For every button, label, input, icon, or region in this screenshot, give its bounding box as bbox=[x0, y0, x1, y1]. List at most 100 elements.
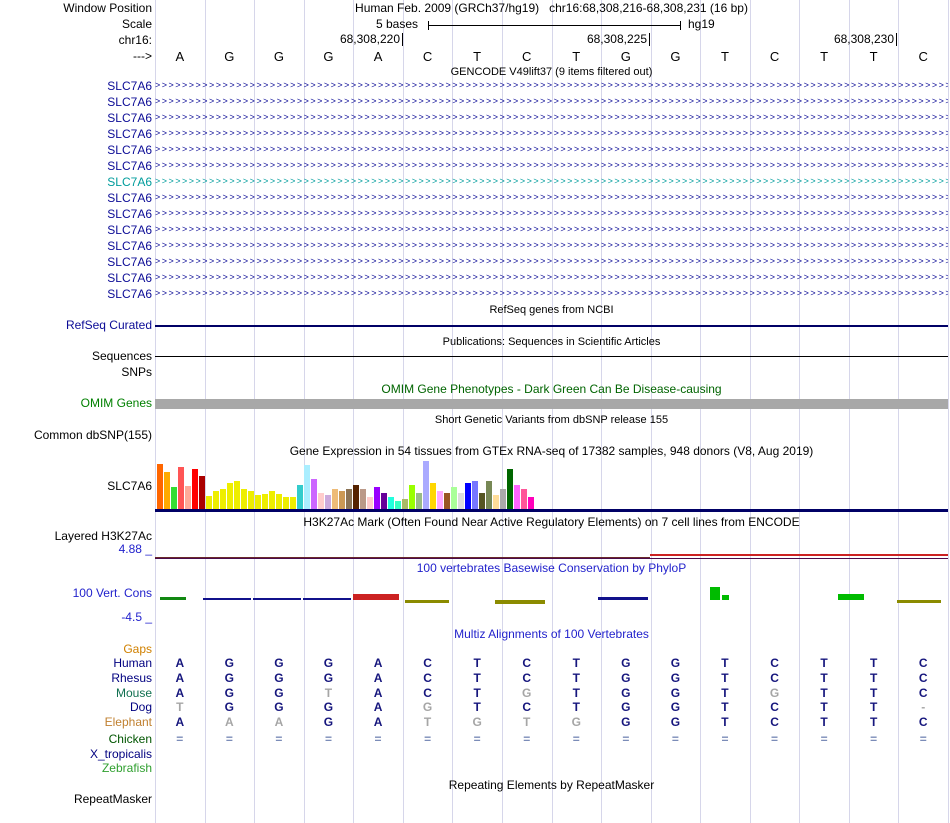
gtex-bar[interactable] bbox=[423, 461, 429, 509]
species-label-chicken[interactable]: Chicken bbox=[109, 733, 152, 746]
gtex-bar[interactable] bbox=[346, 489, 352, 509]
gtex-bar[interactable] bbox=[388, 497, 394, 509]
gtex-bar[interactable] bbox=[514, 485, 520, 509]
gtex-bar[interactable] bbox=[451, 487, 457, 509]
gtex-bar[interactable] bbox=[381, 493, 387, 509]
gtex-bar[interactable] bbox=[339, 491, 345, 509]
gencode-transcript-row[interactable]: >>>>>>>>>>>>>>>>>>>>>>>>>>>>>>>>>>>>>>>>… bbox=[155, 288, 948, 300]
gtex-bar[interactable] bbox=[500, 489, 506, 509]
gtex-bar[interactable] bbox=[199, 476, 205, 509]
gtex-bar[interactable] bbox=[283, 497, 289, 509]
species-label-rhesus[interactable]: Rhesus bbox=[111, 672, 152, 685]
gtex-bar[interactable] bbox=[402, 499, 408, 509]
gencode-gene-label[interactable]: SLC7A6 bbox=[107, 128, 152, 141]
gencode-transcript-row[interactable]: >>>>>>>>>>>>>>>>>>>>>>>>>>>>>>>>>>>>>>>>… bbox=[155, 160, 948, 172]
gtex-bar[interactable] bbox=[444, 493, 450, 509]
gencode-gene-label[interactable]: SLC7A6 bbox=[107, 256, 152, 269]
gencode-gene-label[interactable]: SLC7A6 bbox=[107, 160, 152, 173]
gencode-gene-label[interactable]: SLC7A6 bbox=[107, 208, 152, 221]
gencode-transcript-row[interactable]: >>>>>>>>>>>>>>>>>>>>>>>>>>>>>>>>>>>>>>>>… bbox=[155, 224, 948, 236]
gencode-transcript-row[interactable]: >>>>>>>>>>>>>>>>>>>>>>>>>>>>>>>>>>>>>>>>… bbox=[155, 80, 948, 92]
gtex-bar[interactable] bbox=[171, 487, 177, 509]
gtex-bar[interactable] bbox=[297, 485, 303, 509]
gtex-bar[interactable] bbox=[416, 493, 422, 509]
gencode-transcript-row[interactable]: >>>>>>>>>>>>>>>>>>>>>>>>>>>>>>>>>>>>>>>>… bbox=[155, 272, 948, 284]
gencode-gene-label[interactable]: SLC7A6 bbox=[107, 224, 152, 237]
gtex-bar[interactable] bbox=[493, 495, 499, 509]
gtex-bar[interactable] bbox=[374, 487, 380, 509]
gtex-bar[interactable] bbox=[395, 501, 401, 509]
gencode-transcript-row[interactable]: >>>>>>>>>>>>>>>>>>>>>>>>>>>>>>>>>>>>>>>>… bbox=[155, 192, 948, 204]
gtex-bar[interactable] bbox=[290, 497, 296, 509]
gtex-bar[interactable] bbox=[192, 469, 198, 509]
gtex-bar[interactable] bbox=[353, 485, 359, 509]
gencode-transcript-row[interactable]: >>>>>>>>>>>>>>>>>>>>>>>>>>>>>>>>>>>>>>>>… bbox=[155, 96, 948, 108]
conservation-label[interactable]: 100 Vert. Cons bbox=[73, 587, 152, 600]
gtex-bar[interactable] bbox=[185, 486, 191, 509]
omim-genes-label[interactable]: OMIM Genes bbox=[81, 397, 152, 410]
gencode-gene-label[interactable]: SLC7A6 bbox=[107, 80, 152, 93]
gtex-bar[interactable] bbox=[325, 495, 331, 509]
gtex-bar[interactable] bbox=[157, 464, 163, 509]
dbsnp-label[interactable]: Common dbSNP(155) bbox=[34, 429, 152, 442]
gtex-bar[interactable] bbox=[311, 479, 317, 509]
species-label-zebrafish[interactable]: Zebrafish bbox=[102, 762, 152, 775]
gtex-gene-label[interactable]: SLC7A6 bbox=[107, 480, 152, 493]
gtex-bar[interactable] bbox=[437, 491, 443, 509]
species-label-dog[interactable]: Dog bbox=[130, 701, 152, 714]
gtex-bar[interactable] bbox=[241, 489, 247, 509]
gtex-bar[interactable] bbox=[213, 491, 219, 509]
refseq-gene-item[interactable] bbox=[155, 325, 948, 327]
omim-gene-item[interactable] bbox=[155, 399, 948, 409]
gencode-transcript-row[interactable]: >>>>>>>>>>>>>>>>>>>>>>>>>>>>>>>>>>>>>>>>… bbox=[155, 144, 948, 156]
species-label-human[interactable]: Human bbox=[113, 657, 152, 670]
gencode-transcript-row[interactable]: >>>>>>>>>>>>>>>>>>>>>>>>>>>>>>>>>>>>>>>>… bbox=[155, 240, 948, 252]
gencode-gene-label[interactable]: SLC7A6 bbox=[107, 96, 152, 109]
gencode-transcript-row[interactable]: >>>>>>>>>>>>>>>>>>>>>>>>>>>>>>>>>>>>>>>>… bbox=[155, 128, 948, 140]
gtex-bar[interactable] bbox=[304, 465, 310, 509]
gtex-bar[interactable] bbox=[367, 497, 373, 509]
gtex-bar[interactable] bbox=[458, 493, 464, 509]
species-label-mouse[interactable]: Mouse bbox=[116, 687, 152, 700]
repeatmasker-label[interactable]: RepeatMasker bbox=[74, 793, 152, 806]
gencode-transcript-row[interactable]: >>>>>>>>>>>>>>>>>>>>>>>>>>>>>>>>>>>>>>>>… bbox=[155, 256, 948, 268]
gencode-gene-label[interactable]: SLC7A6 bbox=[107, 112, 152, 125]
gtex-bar[interactable] bbox=[164, 472, 170, 509]
gtex-bar[interactable] bbox=[486, 481, 492, 509]
gencode-gene-label[interactable]: SLC7A6 bbox=[107, 192, 152, 205]
gencode-gene-label[interactable]: SLC7A6 bbox=[107, 240, 152, 253]
gtex-bar[interactable] bbox=[255, 495, 261, 509]
gtex-bar[interactable] bbox=[276, 494, 282, 509]
gtex-bar[interactable] bbox=[360, 489, 366, 509]
gtex-bar[interactable] bbox=[332, 489, 338, 509]
gtex-bar[interactable] bbox=[465, 483, 471, 509]
gtex-bar[interactable] bbox=[262, 494, 268, 509]
gtex-bar[interactable] bbox=[409, 485, 415, 509]
gtex-bar[interactable] bbox=[248, 491, 254, 509]
publications-sequence-item[interactable] bbox=[155, 356, 948, 357]
gencode-gene-label[interactable]: SLC7A6 bbox=[107, 176, 152, 189]
snps-label[interactable]: SNPs bbox=[121, 366, 152, 379]
gencode-transcript-row[interactable]: >>>>>>>>>>>>>>>>>>>>>>>>>>>>>>>>>>>>>>>>… bbox=[155, 112, 948, 124]
gencode-gene-label[interactable]: SLC7A6 bbox=[107, 288, 152, 301]
gtex-bar[interactable] bbox=[479, 493, 485, 509]
gencode-gene-label[interactable]: SLC7A6 bbox=[107, 144, 152, 157]
gtex-bar[interactable] bbox=[206, 496, 212, 509]
species-label-x_tropicalis[interactable]: X_tropicalis bbox=[90, 748, 152, 761]
gtex-bar[interactable] bbox=[507, 469, 513, 509]
gtex-bar[interactable] bbox=[234, 481, 240, 509]
gtex-bar[interactable] bbox=[472, 481, 478, 509]
gtex-bar[interactable] bbox=[430, 483, 436, 509]
sequences-label[interactable]: Sequences bbox=[92, 350, 152, 363]
refseq-curated-label[interactable]: RefSeq Curated bbox=[66, 319, 152, 332]
gtex-bar[interactable] bbox=[227, 483, 233, 509]
species-label-gaps[interactable]: Gaps bbox=[123, 643, 152, 656]
gtex-bar[interactable] bbox=[318, 493, 324, 509]
gencode-transcript-row[interactable]: >>>>>>>>>>>>>>>>>>>>>>>>>>>>>>>>>>>>>>>>… bbox=[155, 208, 948, 220]
gtex-bar[interactable] bbox=[528, 497, 534, 509]
gencode-transcript-row[interactable]: >>>>>>>>>>>>>>>>>>>>>>>>>>>>>>>>>>>>>>>>… bbox=[155, 176, 948, 188]
gtex-bar[interactable] bbox=[521, 489, 527, 509]
gtex-bar[interactable] bbox=[178, 467, 184, 509]
gtex-bar[interactable] bbox=[220, 489, 226, 509]
species-label-elephant[interactable]: Elephant bbox=[105, 716, 152, 729]
